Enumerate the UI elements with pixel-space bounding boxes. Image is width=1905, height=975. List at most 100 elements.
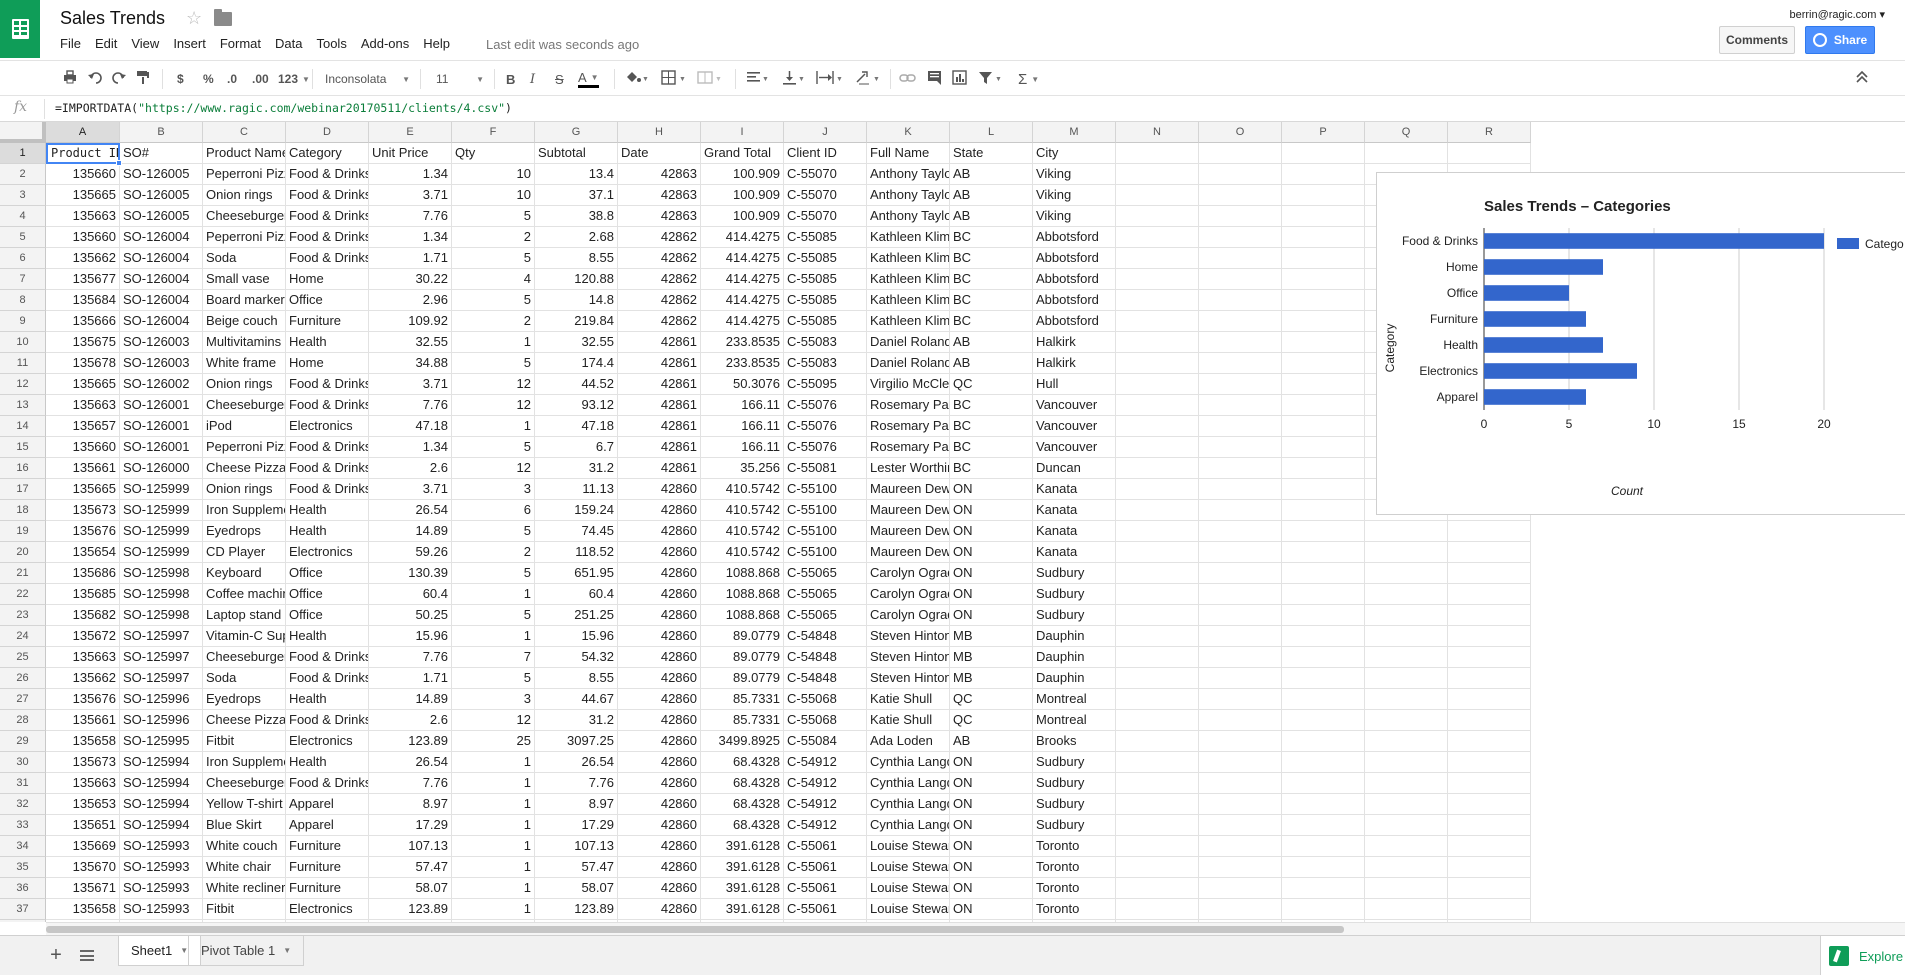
table-cell[interactable]: 1	[452, 626, 535, 647]
table-cell[interactable]: ON	[950, 563, 1033, 584]
table-cell[interactable]: Sudbury	[1033, 563, 1116, 584]
empty-cell[interactable]	[1282, 899, 1365, 920]
empty-cell[interactable]	[1116, 689, 1199, 710]
table-cell[interactable]: Halkirk	[1033, 332, 1116, 353]
empty-cell[interactable]	[1199, 584, 1282, 605]
table-cell[interactable]: Eyedrops	[203, 521, 286, 542]
table-cell[interactable]: SO-126002	[120, 374, 203, 395]
empty-cell[interactable]	[1199, 836, 1282, 857]
table-cell[interactable]: 135673	[46, 500, 120, 521]
empty-cell[interactable]	[1116, 584, 1199, 605]
table-cell[interactable]: 233.8535	[701, 332, 784, 353]
empty-cell[interactable]	[1199, 542, 1282, 563]
table-cell[interactable]: BC	[950, 416, 1033, 437]
empty-cell[interactable]	[1199, 521, 1282, 542]
table-cell[interactable]: Louise Stewart	[867, 857, 950, 878]
table-cell[interactable]: Kanata	[1033, 479, 1116, 500]
row-header-30[interactable]: 30	[0, 752, 46, 773]
table-cell[interactable]: Abbotsford	[1033, 248, 1116, 269]
empty-cell[interactable]	[1282, 437, 1365, 458]
table-cell[interactable]: C-54912	[784, 752, 867, 773]
empty-cell[interactable]	[1282, 311, 1365, 332]
empty-cell[interactable]	[1116, 227, 1199, 248]
table-cell[interactable]: Home	[286, 353, 369, 374]
table-cell[interactable]: 414.4275	[701, 248, 784, 269]
table-cell[interactable]: 42860	[618, 584, 701, 605]
empty-cell[interactable]	[1116, 605, 1199, 626]
table-cell[interactable]: 68.4328	[701, 752, 784, 773]
table-cell[interactable]: C-55095	[784, 374, 867, 395]
empty-cell[interactable]	[1116, 521, 1199, 542]
table-cell[interactable]: ON	[950, 794, 1033, 815]
empty-cell[interactable]	[1448, 668, 1531, 689]
table-cell[interactable]: C-55083	[784, 353, 867, 374]
empty-cell[interactable]	[1116, 626, 1199, 647]
empty-cell[interactable]	[1365, 143, 1448, 164]
table-cell[interactable]: 8.55	[535, 248, 618, 269]
empty-cell[interactable]	[1282, 668, 1365, 689]
table-cell[interactable]: Cheeseburger	[203, 206, 286, 227]
table-cell[interactable]: 42860	[618, 521, 701, 542]
table-cell[interactable]: C-55100	[784, 542, 867, 563]
print-icon[interactable]	[63, 70, 77, 88]
table-cell[interactable]: 5	[452, 605, 535, 626]
table-cell[interactable]: Food & Drinks	[286, 185, 369, 206]
table-cell[interactable]: Kathleen Klimek	[867, 248, 950, 269]
table-cell[interactable]: 410.5742	[701, 542, 784, 563]
table-cell[interactable]: 135663	[46, 206, 120, 227]
menu-format[interactable]: Format	[220, 36, 261, 54]
table-cell[interactable]: Electronics	[286, 731, 369, 752]
table-cell[interactable]: Brooks	[1033, 731, 1116, 752]
embedded-chart[interactable]: Sales Trends – Categories 0 5 10 15 20 Food &…	[1376, 172, 1905, 515]
table-cell[interactable]: C-55070	[784, 185, 867, 206]
table-cell[interactable]: Sudbury	[1033, 815, 1116, 836]
table-cell[interactable]: 118.52	[535, 542, 618, 563]
table-cell[interactable]: 42861	[618, 458, 701, 479]
table-cell[interactable]: Vancouver	[1033, 395, 1116, 416]
table-cell[interactable]: SO-125997	[120, 647, 203, 668]
table-cell[interactable]: 135666	[46, 311, 120, 332]
table-cell[interactable]: 14.89	[369, 521, 452, 542]
table-cell[interactable]: Sudbury	[1033, 773, 1116, 794]
table-cell[interactable]: 651.95	[535, 563, 618, 584]
table-cell[interactable]: SO-125994	[120, 794, 203, 815]
table-cell[interactable]: 42861	[618, 332, 701, 353]
table-cell[interactable]: 135662	[46, 248, 120, 269]
table-cell[interactable]: 135672	[46, 626, 120, 647]
table-cell[interactable]: C-55065	[784, 563, 867, 584]
empty-cell[interactable]	[1448, 563, 1531, 584]
table-cell[interactable]: Food & Drinks	[286, 479, 369, 500]
table-cell[interactable]: BC	[950, 290, 1033, 311]
empty-cell[interactable]	[1199, 164, 1282, 185]
table-cell[interactable]: SO-126005	[120, 206, 203, 227]
empty-cell[interactable]	[1365, 710, 1448, 731]
row-header-4[interactable]: 4	[0, 206, 46, 227]
text-rotation-icon[interactable]: ▼	[855, 70, 881, 88]
table-cell[interactable]: 42860	[618, 878, 701, 899]
document-title[interactable]: Sales Trends	[60, 8, 165, 29]
table-cell[interactable]: 89.0779	[701, 647, 784, 668]
row-header-21[interactable]: 21	[0, 563, 46, 584]
table-cell[interactable]: 44.52	[535, 374, 618, 395]
empty-cell[interactable]	[1448, 857, 1531, 878]
row-header-5[interactable]: 5	[0, 227, 46, 248]
empty-cell[interactable]	[1448, 689, 1531, 710]
table-cell[interactable]: Kathleen Klimek	[867, 311, 950, 332]
column-header-i[interactable]: I	[701, 122, 784, 143]
empty-cell[interactable]	[1282, 227, 1365, 248]
table-cell[interactable]: Food & Drinks	[286, 206, 369, 227]
table-cell[interactable]: Daniel Roland	[867, 353, 950, 374]
table-cell[interactable]: Cheeseburger	[203, 395, 286, 416]
table-cell[interactable]: Peperroni Pizza	[203, 437, 286, 458]
empty-cell[interactable]	[1116, 752, 1199, 773]
table-cell[interactable]: Fitbit	[203, 731, 286, 752]
table-cell[interactable]: Anthony Taylor	[867, 206, 950, 227]
table-cell[interactable]: Montreal	[1033, 710, 1116, 731]
table-cell[interactable]: Viking	[1033, 206, 1116, 227]
chart-bar[interactable]	[1484, 233, 1824, 249]
table-cell[interactable]: 100.909	[701, 164, 784, 185]
table-cell[interactable]: 14.89	[369, 689, 452, 710]
empty-cell[interactable]	[1199, 878, 1282, 899]
table-cell[interactable]: C-55070	[784, 164, 867, 185]
table-cell[interactable]: SO-125994	[120, 773, 203, 794]
